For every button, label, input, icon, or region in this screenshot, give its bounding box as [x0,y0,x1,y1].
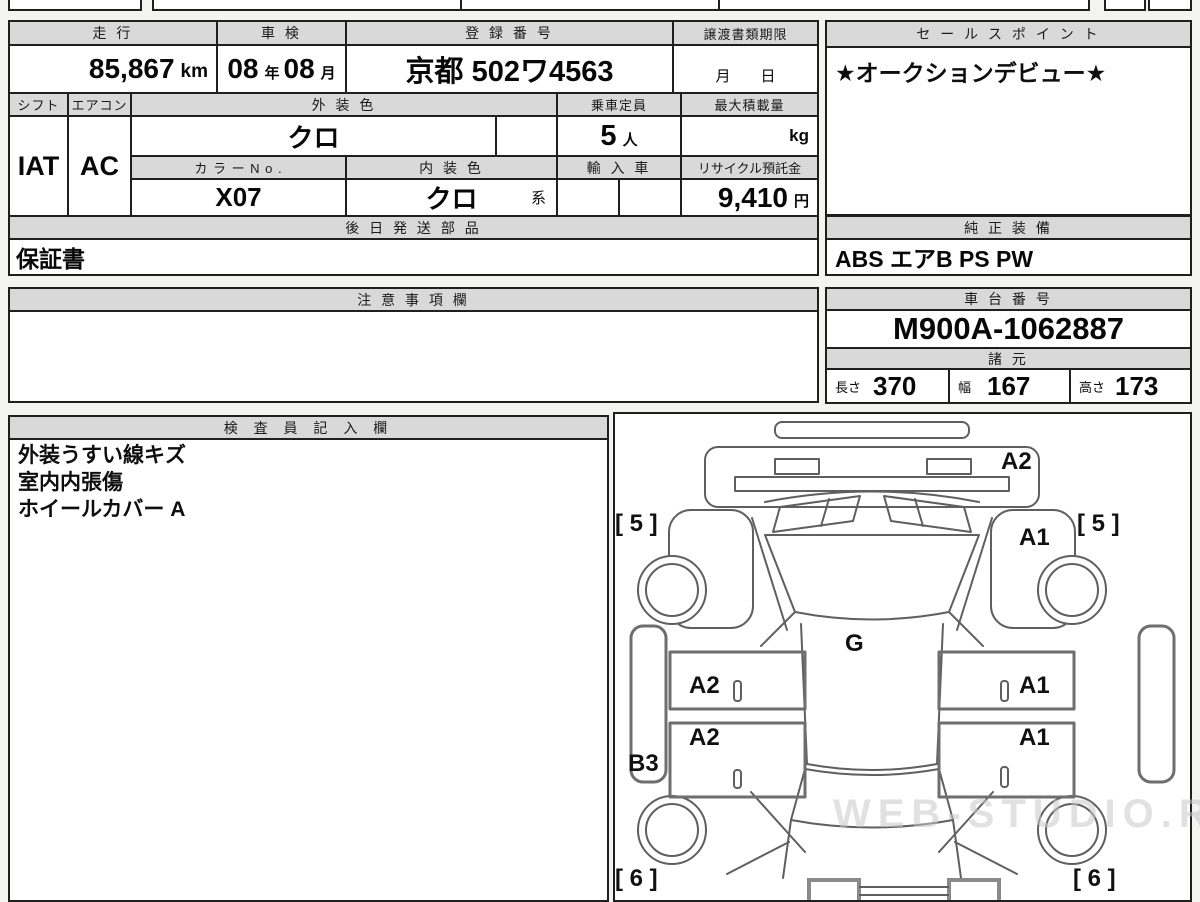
inspection-year-unit: 年 [264,64,280,82]
spec-width-value: 167 [987,370,1031,401]
damage-mark: G [845,630,864,657]
chassis-number: M900A-1062887 [893,311,1124,346]
transfer-deadline-text: 月 日 [715,68,776,85]
spec-height-value: 173 [1115,370,1159,401]
exterior-color-value: クロ [130,115,497,157]
cautions-value [8,310,819,403]
recycle-fee-number: 9,410 [717,181,788,213]
cutoff-cell [152,0,462,11]
inspection-year: 08 [227,53,259,84]
damage-mark: A1 [1019,524,1050,551]
transfer-deadline-value: 月 日 [672,44,819,94]
recycle-fee-value: 9,410 円 [680,178,819,217]
recycle-fee-header: リサイクル預託金 [680,155,819,180]
capacity-unit: 人 [622,131,638,149]
cautions-header: 注 意 事 項 欄 [8,287,819,312]
damage-mark: A2 [1001,448,1032,475]
mileage-value: 85,867 km [8,44,218,94]
inspection-month: 08 [283,53,315,84]
recycle-fee-unit: 円 [793,193,809,210]
damage-mark: B3 [628,750,659,777]
exterior-color-extra-cell [495,115,558,157]
spec-length-cell: 長さ 370 [825,368,950,404]
damage-mark: A2 [689,724,720,751]
shift-header: シフト [8,92,69,117]
spec-width-label: 幅 [958,379,972,395]
damage-mark: A1 [1019,672,1050,699]
later-parts-value: 保証書 [8,238,819,276]
max-load-value: kg [680,115,819,157]
sales-point-box: セ ー ル ス ポ イ ン ト ★オークションデビュー★ [825,20,1192,216]
inspection-header: 車 検 [216,20,347,46]
max-load-header: 最大積載量 [680,92,819,117]
sales-point-header: セ ー ル ス ポ イ ン ト [827,22,1190,48]
aircon-value: AC [67,115,132,217]
cutoff-cell [718,0,1090,11]
genuine-equipment-text: ABS エアB PS PW [835,246,1034,272]
diagram-marks: A2 [ 5 ] [ 5 ] A1 G A2 A2 A1 A1 B3 [ 6 ] [ 6 ] [615,414,1190,900]
spec-length-label: 長さ [835,379,862,395]
spec-length-value: 370 [873,370,917,401]
chassis-header: 車 台 番 号 [825,287,1192,311]
inspector-note: ホイールカバー A [18,497,186,521]
auction-sheet: 走 行 車 検 登 録 番 号 譲渡書類期限 85,867 km 08 年 08… [0,0,1200,902]
cutoff-cell [1148,0,1192,11]
chassis-value: M900A-1062887 [825,309,1192,349]
capacity-header: 乗車定員 [556,92,682,117]
inspection-value: 08 年 08 月 [216,44,347,94]
max-load-unit: kg [789,126,809,145]
registration-header: 登 録 番 号 [345,20,674,46]
transfer-deadline-header: 譲渡書類期限 [672,20,819,46]
mileage-header: 走 行 [8,20,218,46]
import-car-header: 輸 入 車 [556,155,682,180]
damage-mark: A1 [1019,724,1050,751]
inspector-note: 室内内張傷 [18,470,123,494]
spec-height-label: 高さ [1079,379,1106,395]
specs-header: 諸 元 [825,347,1192,370]
interior-color-value: クロ 系 [345,178,558,217]
inspector-note: 外装うすい線キズ [18,444,186,467]
capacity-number: 5 [600,119,617,152]
damage-mark: [ 6 ] [615,865,658,892]
registration-value: 京都 502ワ4563 [345,44,674,94]
import-car-value [556,178,682,217]
genuine-equipment-header: 純 正 装 備 [825,215,1192,240]
shift-value: IAT [8,115,69,217]
registration-number: 京都 502ワ4563 [405,56,614,88]
exterior-color-header: 外 装 色 [130,92,558,117]
mileage-unit: km [180,61,208,82]
car-diagram-box: WEB-STUDIO.RU A2[ 5 ][ 5 ]A1GA2A2A1A1B3[… [613,412,1200,902]
inspection-month-unit: 月 [320,64,336,82]
damage-mark: [ 5 ] [1077,510,1120,537]
mileage-number: 85,867 [88,53,175,84]
cutoff-cell [460,0,720,11]
later-parts-text: 保証書 [16,246,85,272]
color-no-value: X07 [130,178,347,217]
color-no-header: カ ラ ー N o . [130,155,347,180]
capacity-value: 5 人 [556,115,682,157]
later-parts-header: 後 日 発 送 部 品 [8,215,819,240]
damage-mark: [ 6 ] [1073,865,1116,892]
cutoff-cell [8,0,142,11]
interior-color-header: 内 装 色 [345,155,558,180]
sales-point-value: ★オークションデビュー★ [835,60,1107,86]
interior-color-suffix: 系 [530,190,546,207]
shift-text: IAT [17,150,60,181]
cutoff-cell [1104,0,1146,11]
import-car-divider [618,180,620,215]
spec-width-cell: 幅 167 [948,368,1071,404]
genuine-equipment-value: ABS エアB PS PW [825,238,1192,276]
color-no-text: X07 [215,182,262,212]
aircon-text: AC [80,150,119,181]
damage-mark: A2 [689,672,720,699]
inspector-notes-box: 外装うすい線キズ 室内内張傷 ホイールカバー A [8,438,609,902]
spec-height-cell: 高さ 173 [1069,368,1192,404]
exterior-color-text: クロ [287,122,340,153]
damage-mark: [ 5 ] [615,510,658,537]
interior-color-text: クロ [425,184,478,214]
aircon-header: エアコン [67,92,132,117]
inspector-header: 検 査 員 記 入 欄 [8,415,609,440]
